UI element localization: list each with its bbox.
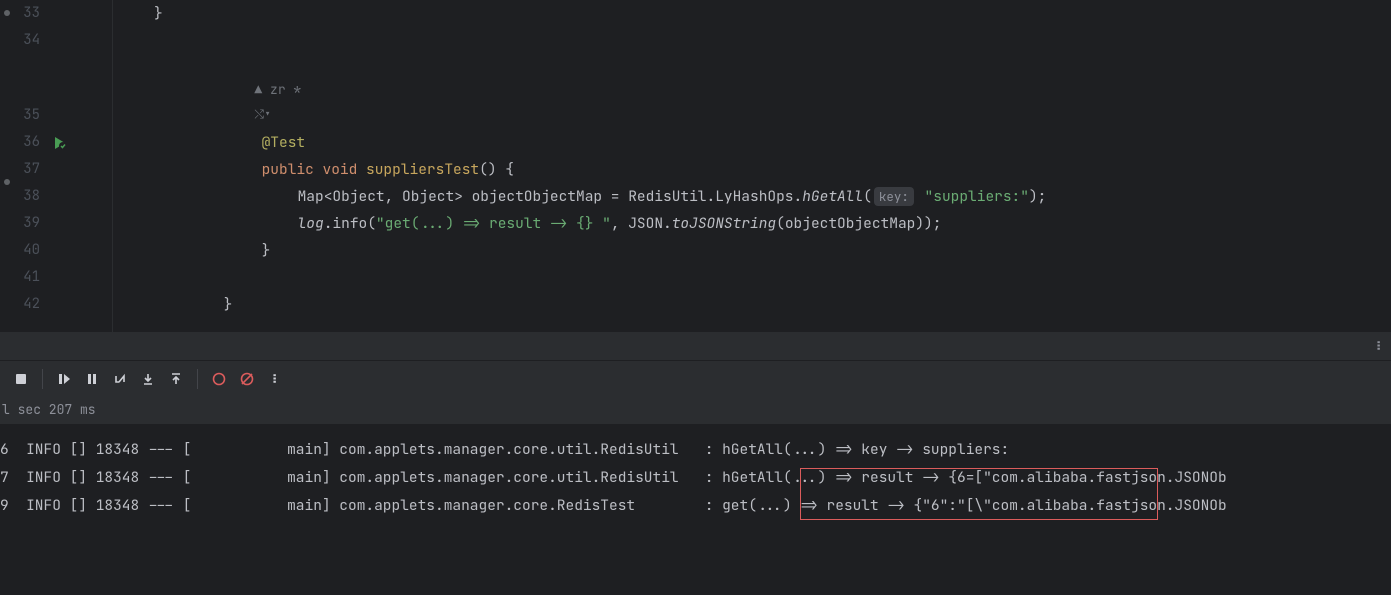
line-number: 41	[0, 264, 40, 291]
keyword: void	[323, 160, 358, 179]
method-call: hGetAll	[802, 187, 863, 206]
line-number: 39	[0, 210, 40, 237]
code-content[interactable]: } ▲ zr * ⤭▾ @Test public void suppliersT…	[76, 0, 1391, 332]
disable-breakpoint-icon[interactable]	[234, 366, 260, 392]
line-number: 40	[0, 237, 40, 264]
author-annotation-icon: ▲	[254, 81, 270, 98]
code-text: (objectObjectMap));	[776, 214, 941, 233]
debug-toolbar: ⋯	[0, 360, 1391, 396]
code-text: {	[505, 160, 514, 179]
log-line: 9 INFO [] 18348 --- [ main] com.applets.…	[0, 492, 1391, 520]
method-call: toJSONString	[672, 214, 776, 233]
code-text: }	[262, 241, 271, 260]
more-options-icon[interactable]: ⋯	[1369, 340, 1390, 352]
run-test-icon[interactable]	[52, 135, 68, 151]
log-line: 7 INFO [] 18348 --- [ main] com.applets.…	[0, 464, 1391, 492]
upload-button[interactable]	[163, 366, 189, 392]
line-number: 34	[0, 27, 40, 54]
code-editor[interactable]: 33 34 35 36 37 38 39 40 41 42	[0, 0, 1391, 332]
breakpoint-icon[interactable]	[206, 366, 232, 392]
gutter-marks	[48, 0, 76, 332]
line-number: 42	[0, 291, 40, 318]
keyword: public	[262, 160, 314, 179]
pause-button[interactable]	[79, 366, 105, 392]
variable: log	[298, 214, 324, 233]
line-number-gutter: 33 34 35 36 37 38 39 40 41 42	[0, 0, 48, 332]
elapsed-time: l sec 207 ms	[2, 401, 96, 418]
code-text: );	[1029, 187, 1046, 206]
annotation: @Test	[262, 133, 306, 152]
vcs-change-marker	[4, 179, 10, 185]
panel-separator[interactable]: ⋯	[0, 332, 1391, 360]
vcs-change-marker	[4, 10, 10, 16]
code-text: ()	[479, 160, 496, 179]
log-line: 6 INFO [] 18348 --- [ main] com.applets.…	[0, 436, 1391, 464]
code-text: , JSON.	[611, 214, 672, 233]
param-hint: key:	[874, 187, 914, 206]
download-button[interactable]	[135, 366, 161, 392]
string-literal: "get(...) => result -> {} "	[376, 214, 611, 233]
line-number: 38	[0, 183, 40, 210]
string-literal: "suppliers:"	[925, 187, 1029, 206]
restart-button[interactable]	[107, 366, 133, 392]
method-name: suppliersTest	[366, 160, 479, 179]
console-output[interactable]: 6 INFO [] 18348 --- [ main] com.applets.…	[0, 424, 1391, 594]
author-annotation: zr *	[270, 81, 301, 98]
more-icon[interactable]: ⋯	[262, 366, 288, 392]
code-text: }	[118, 4, 163, 23]
code-text: (	[863, 187, 872, 206]
line-number: 35	[0, 102, 40, 129]
usages-annotation-icon[interactable]: ⤭▾	[254, 106, 271, 122]
stop-button[interactable]	[8, 366, 34, 392]
code-text: .info(	[324, 214, 376, 233]
code-text: }	[224, 295, 233, 314]
code-text: Map<Object, Object> objectObjectMap = Re…	[298, 187, 803, 206]
resume-button[interactable]	[51, 366, 77, 392]
line-number: 36	[23, 133, 40, 151]
status-line: l sec 207 ms	[0, 396, 1391, 424]
